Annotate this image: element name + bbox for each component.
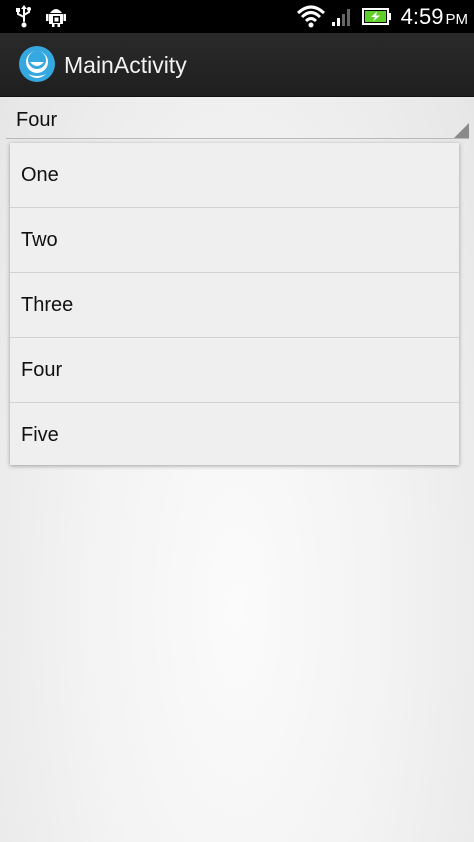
status-clock-ampm: PM [445,11,469,28]
wifi-icon [296,5,326,28]
status-clock: 4:59 PM [400,4,469,29]
signal-icon [332,9,350,26]
dropdown-item-label: Two [21,229,58,251]
action-bar: MainActivity [0,33,474,97]
android-debug-icon [46,9,66,27]
spinner[interactable]: Four [6,100,469,139]
dropdown-item-two[interactable]: Two [10,208,459,273]
dropdown-item-four[interactable]: Four [10,338,459,403]
dropdown-item-label: Three [21,294,74,316]
dropdown-item-five[interactable]: Five [10,403,459,467]
app-title: MainActivity [64,52,187,78]
status-bar: 4:59 PM [0,0,474,33]
spinner-dropdown: One Two Three Four Five [10,143,459,465]
dropdown-item-label: Five [21,424,59,446]
dropdown-item-one[interactable]: One [10,143,459,208]
spinner-arrow-icon [454,123,469,138]
usb-icon [16,5,31,28]
dropdown-item-label: One [21,164,59,186]
battery-charging-icon [362,8,391,25]
spinner-selected-value: Four [16,109,58,131]
app-icon[interactable] [18,45,56,83]
dropdown-item-three[interactable]: Three [10,273,459,338]
dropdown-item-label: Four [21,359,63,381]
